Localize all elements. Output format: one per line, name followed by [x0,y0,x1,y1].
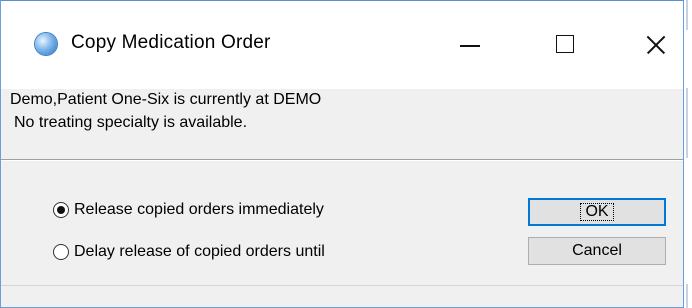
delay-release-option[interactable]: Delay release of copied orders until [53,243,325,261]
divider-highlight [1,160,683,161]
maximize-icon[interactable] [545,25,585,65]
release-immediately-radio[interactable] [53,202,69,218]
patient-location-text: Demo,Patient One-Six is currently at DEM… [10,91,322,108]
title-bar[interactable]: Copy Medication Order [1,1,683,89]
delay-release-label: Delay release of copied orders until [74,243,325,260]
release-immediately-label: Release copied orders immediately [74,201,324,218]
cancel-button[interactable]: Cancel [528,237,666,265]
window-title: Copy Medication Order [71,32,271,53]
specialty-text: No treating specialty is available. [14,114,248,131]
release-immediately-option[interactable]: Release copied orders immediately [53,201,324,219]
cancel-button-label: Cancel [572,242,622,259]
copy-medication-order-dialog: Copy Medication Order Demo,Patient One-S… [0,0,684,308]
app-globe-icon [35,33,57,55]
bottom-divider [1,285,683,286]
patient-info: Demo,Patient One-Six is currently at DEM… [9,91,683,155]
ok-button-label: OK [585,203,609,220]
background-edge-segment [686,284,688,308]
background-edge-segment [686,0,688,30]
ok-button[interactable]: OK [528,198,666,226]
background-edge-segment [686,88,688,158]
background-window-edge [684,0,692,308]
delay-release-radio[interactable] [53,244,69,260]
close-icon[interactable] [635,25,675,65]
minimize-icon[interactable] [450,25,490,65]
